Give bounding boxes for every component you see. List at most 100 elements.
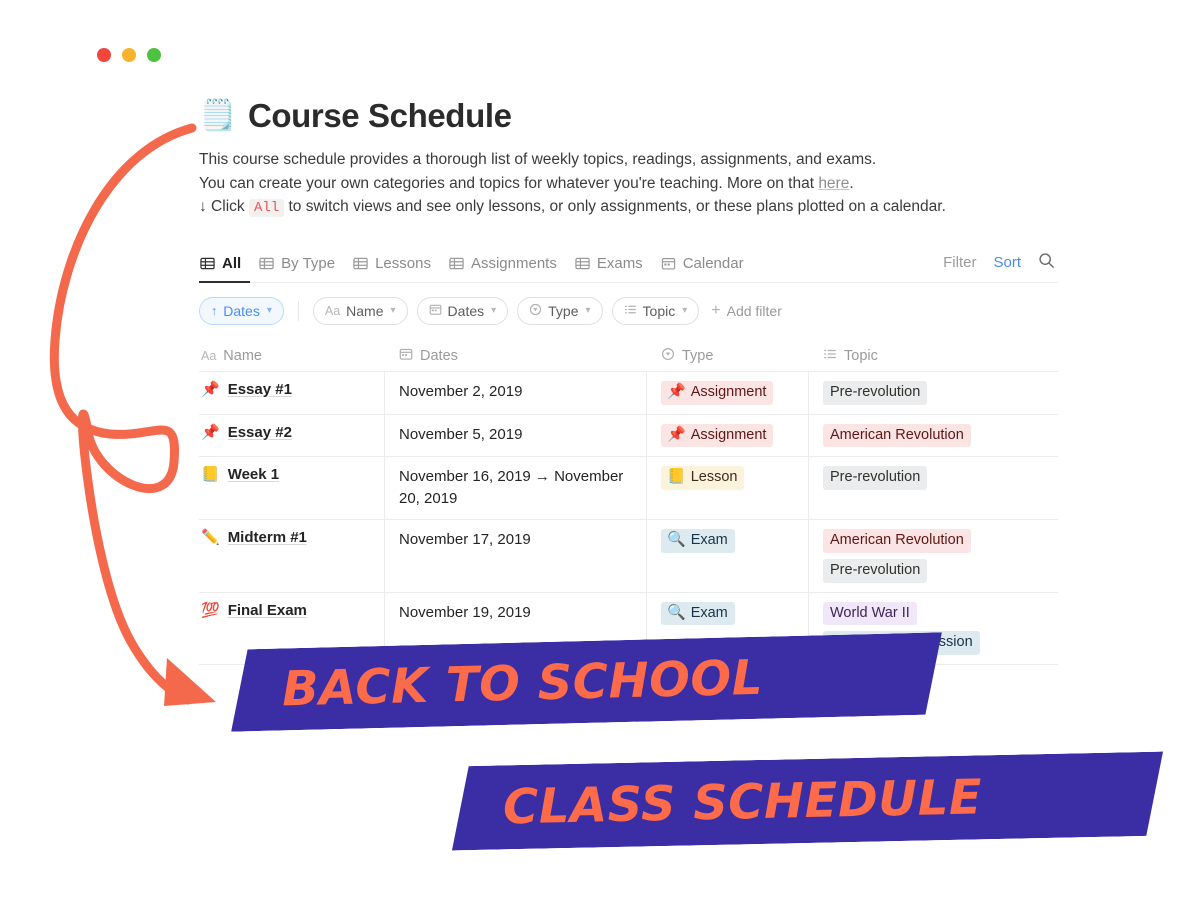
calendar-icon (429, 303, 442, 319)
sort-pill-dates[interactable]: ↑ Dates ▾ (199, 296, 284, 325)
cell-dates[interactable]: November 2, 2019 (385, 371, 647, 414)
row-dates-value: November 5, 2019 (399, 425, 523, 443)
close-window-dot[interactable] (97, 48, 111, 62)
cell-name[interactable]: 📌 Essay #1 (199, 371, 385, 414)
table-icon (575, 256, 590, 271)
banner-class-schedule: CLASS SCHEDULE (450, 752, 1165, 851)
table-row[interactable]: 📌 Essay #1 November 2, 2019 📌 Assignment… (199, 371, 1058, 415)
magnifier-icon: 🔍 (667, 530, 686, 548)
minimize-window-dot[interactable] (122, 48, 136, 62)
cell-topic[interactable]: Pre-revolution (809, 457, 1058, 519)
notebook-icon: 📒 (667, 468, 686, 486)
tab-lessons-label: Lessons (375, 255, 431, 273)
row-dates-value: November 2, 2019 (399, 382, 523, 400)
plus-icon: + (711, 301, 721, 319)
column-header-dates[interactable]: Dates (385, 347, 647, 365)
sort-button[interactable]: Sort (993, 254, 1021, 271)
cell-type[interactable]: 📌 Assignment (647, 371, 809, 414)
tab-by-type[interactable]: By Type (250, 255, 344, 281)
cell-topic[interactable]: American Revolution Pre-revolution (809, 520, 1058, 592)
description-line-1: This course schedule provides a thorough… (199, 151, 877, 169)
notepad-icon: 🗒️ (199, 99, 236, 133)
row-name-link[interactable]: Essay #1 (228, 381, 292, 398)
column-header-topic[interactable]: Topic (809, 347, 1058, 365)
pushpin-icon: 📌 (667, 425, 686, 443)
table-row[interactable]: 📒 Week 1 November 16, 2019 → November 20… (199, 457, 1058, 520)
cell-type[interactable]: 📌 Assignment (647, 414, 809, 457)
cell-type[interactable]: 🔍 Exam (647, 519, 809, 592)
row-dates-value: November 17, 2019 (399, 530, 531, 548)
pencil-icon: ✏️ (201, 528, 220, 546)
filter-pill-type[interactable]: Type ▾ (517, 296, 603, 325)
description-line-3: ↓ Click All to switch views and see only… (199, 195, 1059, 219)
page-title-text: Course Schedule (247, 97, 512, 134)
page-title: 🗒️ Course Schedule (199, 97, 1059, 134)
course-schedule-document: 🗒️ Course Schedule This course schedule … (199, 97, 1059, 666)
multiselect-icon (823, 347, 837, 365)
table-icon (200, 256, 215, 271)
filter-pill-topic[interactable]: Topic ▾ (611, 296, 700, 325)
row-name-link[interactable]: Final Exam (228, 602, 307, 619)
filter-pill-dates[interactable]: Dates ▾ (416, 296, 509, 325)
description-line-2-post: . (849, 174, 854, 192)
table-row[interactable]: 📌 Essay #2 November 5, 2019 📌 Assignment… (199, 414, 1058, 458)
select-icon (529, 303, 542, 319)
description-line-2: You can create your own categories and t… (199, 172, 1059, 196)
filter-pill-name-label: Name (346, 302, 384, 319)
tab-all[interactable]: All (199, 255, 251, 283)
banner-class-schedule-text: CLASS SCHEDULE (502, 769, 983, 836)
view-toolbar: Filter Sort (943, 252, 1055, 273)
type-chip: 🔍 Exam (661, 528, 735, 553)
chevron-down-icon: ▾ (585, 305, 591, 317)
description-line-3-pre: ↓ Click (199, 198, 249, 216)
pushpin-icon: 📌 (201, 423, 220, 441)
calendar-icon (399, 347, 413, 365)
cell-name[interactable]: 📒 Week 1 (199, 457, 385, 519)
row-name-link[interactable]: Essay #2 (228, 424, 292, 441)
hundred-points-icon: 💯 (201, 601, 220, 619)
sort-pill-dates-label: Dates (223, 302, 260, 319)
row-dates-value: November 19, 2019 (399, 603, 531, 621)
cell-dates[interactable]: November 16, 2019 → November 20, 2019 (385, 457, 647, 519)
filter-pill-row: ↑ Dates ▾ Aa Name ▾ Dates ▾ Type ▾ Topic… (199, 296, 1059, 325)
notebook-icon: 📒 (201, 466, 220, 484)
type-chip: 📌 Assignment (661, 423, 774, 448)
cell-topic[interactable]: American Revolution (809, 415, 1058, 457)
tab-assignments[interactable]: Assignments (440, 255, 566, 281)
topic-tag: American Revolution (823, 423, 971, 448)
row-name-link[interactable]: Week 1 (228, 466, 279, 483)
maximize-window-dot[interactable] (147, 48, 161, 62)
chevron-down-icon: ▾ (491, 305, 497, 317)
filter-pill-name[interactable]: Aa Name ▾ (312, 296, 408, 325)
column-header-type-label: Type (682, 347, 714, 364)
tab-exams[interactable]: Exams (566, 255, 652, 281)
select-icon (661, 347, 675, 365)
topic-tag: Pre-revolution (823, 380, 928, 405)
chevron-down-icon: ▾ (390, 305, 396, 317)
cell-type[interactable]: 📒 Lesson (647, 457, 809, 519)
pushpin-icon: 📌 (201, 380, 220, 398)
add-filter-button[interactable]: + Add filter (711, 301, 782, 319)
filter-pill-dates-label: Dates (447, 302, 485, 319)
column-header-type[interactable]: Type (647, 347, 809, 365)
cell-name[interactable]: ✏️ Midterm #1 (199, 519, 385, 592)
chevron-down-icon: ▾ (682, 305, 688, 317)
row-name-link[interactable]: Midterm #1 (228, 529, 307, 546)
cell-topic[interactable]: Pre-revolution (809, 372, 1058, 414)
cell-name[interactable]: 📌 Essay #2 (199, 414, 385, 457)
cell-dates[interactable]: November 5, 2019 (385, 414, 647, 457)
magnifier-icon: 🔍 (667, 603, 686, 621)
view-tabs: All By Type Lessons Assignments Exams Ca… (199, 255, 753, 283)
tab-lessons[interactable]: Lessons (344, 255, 440, 281)
search-icon[interactable] (1038, 252, 1055, 273)
tab-calendar[interactable]: Calendar (652, 255, 753, 281)
filter-button[interactable]: Filter (943, 254, 976, 271)
chevron-down-icon: ▾ (266, 305, 272, 317)
type-chip-label: Assignment (690, 383, 767, 400)
table-row[interactable]: ✏️ Midterm #1 November 17, 2019 🔍 Exam A… (199, 519, 1058, 593)
column-header-name[interactable]: Aa Name (199, 348, 385, 364)
here-link[interactable]: here (818, 175, 849, 192)
multiselect-icon (624, 303, 637, 319)
cell-dates[interactable]: November 17, 2019 (385, 519, 647, 592)
schedule-table: Aa Name Dates Type Topic 📌 Essay #1 Nove… (199, 341, 1058, 666)
